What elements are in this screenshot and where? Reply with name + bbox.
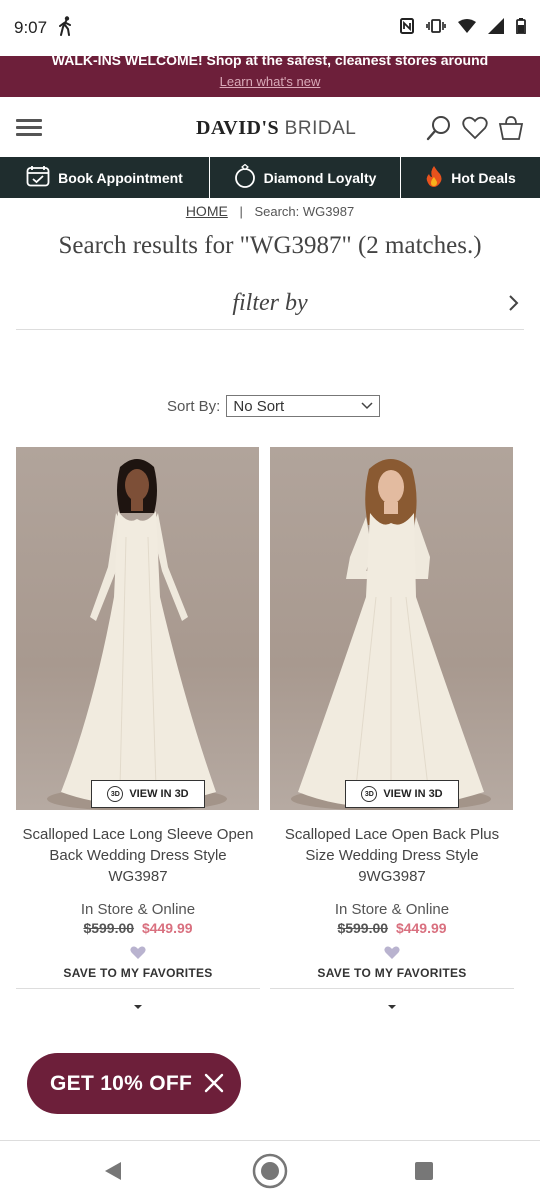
filter-toggle[interactable]: filter by <box>16 286 524 330</box>
3d-badge-icon: 3D <box>107 786 124 802</box>
nav-diamond-loyalty[interactable]: Diamond Loyalty <box>210 157 401 198</box>
breadcrumb-current: Search: WG3987 <box>254 204 355 219</box>
promo-banner[interactable]: WALK-INS WELCOME! Shop at the safest, cl… <box>0 56 540 97</box>
site-header: DAVID'S BRIDAL <box>0 97 540 157</box>
old-price: $599.00 <box>83 920 135 936</box>
3d-badge-icon: 3D <box>361 786 378 802</box>
close-icon[interactable] <box>203 1072 225 1094</box>
sale-price: $449.99 <box>395 920 447 936</box>
favorite-heart-icon[interactable] <box>16 946 260 962</box>
sort-select[interactable]: No Sort <box>226 395 381 417</box>
product-name[interactable]: Scalloped Lace Open Back Plus Size Weddi… <box>270 824 514 887</box>
sale-price: $449.99 <box>141 920 193 936</box>
recent-apps-icon[interactable] <box>414 1161 434 1186</box>
vibrate-icon <box>426 18 446 38</box>
home-icon[interactable] <box>252 1153 288 1194</box>
sort-control: Sort By: No Sort <box>167 395 381 417</box>
status-bar: 9:07 <box>0 0 540 56</box>
caret-down-icon[interactable] <box>270 997 514 1015</box>
breadcrumb: HOME | Search: WG3987 <box>0 203 540 219</box>
view-in-3d-label: VIEW IN 3D <box>129 788 189 800</box>
logo-thin: BRIDAL <box>284 118 357 139</box>
product-availability: In Store & Online <box>334 901 450 918</box>
view-in-3d-button[interactable]: 3D VIEW IN 3D <box>345 780 459 808</box>
flame-icon <box>425 165 443 190</box>
favorite-heart-icon[interactable] <box>270 946 514 962</box>
wifi-icon <box>458 18 476 38</box>
nav-deals-label: Hot Deals <box>451 169 516 186</box>
heart-icon[interactable] <box>462 116 488 140</box>
save-to-favorites-button[interactable]: SAVE TO MY FAVORITES <box>270 966 514 989</box>
filter-label: filter by <box>232 290 308 316</box>
calendar-icon <box>26 165 50 190</box>
product-prices: $599.00 $449.99 <box>16 920 260 936</box>
logo[interactable]: DAVID'S BRIDAL <box>196 117 356 140</box>
chevron-right-icon <box>508 294 520 318</box>
search-results-heading: Search results for "WG3987" (2 matches.) <box>58 232 482 259</box>
shopping-bag-icon[interactable] <box>498 115 524 141</box>
breadcrumb-separator: | <box>239 204 243 219</box>
promo-banner-link[interactable]: Learn what's new <box>0 74 540 90</box>
nav-hot-deals[interactable]: Hot Deals <box>401 157 540 198</box>
sort-label: Sort By: <box>167 397 221 415</box>
battery-icon <box>516 17 526 39</box>
caret-down-icon[interactable] <box>16 997 260 1015</box>
product-availability: In Store & Online <box>80 901 196 918</box>
dress-illustration <box>291 459 491 810</box>
nav-book-appointment[interactable]: Book Appointment <box>0 157 210 198</box>
diamond-ring-icon <box>234 163 256 191</box>
signal-icon <box>488 17 504 39</box>
promo-banner-text: WALK-INS WELCOME! Shop at the safest, cl… <box>51 56 489 68</box>
walking-icon <box>59 15 73 41</box>
product-image[interactable]: 3D VIEW IN 3D <box>16 447 259 810</box>
nfc-icon <box>400 17 414 39</box>
hamburger-menu-icon[interactable] <box>16 119 42 137</box>
status-time: 9:07 <box>14 18 48 37</box>
product-prices: $599.00 $449.99 <box>270 920 514 936</box>
back-icon[interactable] <box>103 1161 123 1186</box>
view-in-3d-button[interactable]: 3D VIEW IN 3D <box>91 780 205 808</box>
product-image[interactable]: 3D VIEW IN 3D <box>270 447 513 810</box>
nav-book-label: Book Appointment <box>58 169 183 186</box>
android-nav-bar <box>0 1140 540 1200</box>
search-icon[interactable] <box>426 115 452 141</box>
view-in-3d-label: VIEW IN 3D <box>383 788 443 800</box>
sort-selected-value: No Sort <box>233 397 285 415</box>
product-card[interactable]: 3D VIEW IN 3D Scalloped Lace Open Back P… <box>270 447 514 1015</box>
save-to-favorites-button[interactable]: SAVE TO MY FAVORITES <box>16 966 260 989</box>
nav-loyalty-label: Diamond Loyalty <box>263 169 377 186</box>
chevron-down-icon <box>361 402 373 410</box>
logo-bold: DAVID'S <box>196 117 280 139</box>
main-nav: Book Appointment Diamond Loyalty Hot Dea… <box>0 157 540 198</box>
breadcrumb-home[interactable]: HOME <box>186 203 228 219</box>
product-card[interactable]: 3D VIEW IN 3D Scalloped Lace Long Sleeve… <box>16 447 260 1015</box>
product-name[interactable]: Scalloped Lace Long Sleeve Open Back Wed… <box>16 824 260 887</box>
discount-promo-label[interactable]: GET 10% OFF <box>50 1072 192 1096</box>
dress-illustration <box>47 459 227 810</box>
discount-promo-pill[interactable]: GET 10% OFF <box>27 1053 241 1114</box>
old-price: $599.00 <box>337 920 389 936</box>
